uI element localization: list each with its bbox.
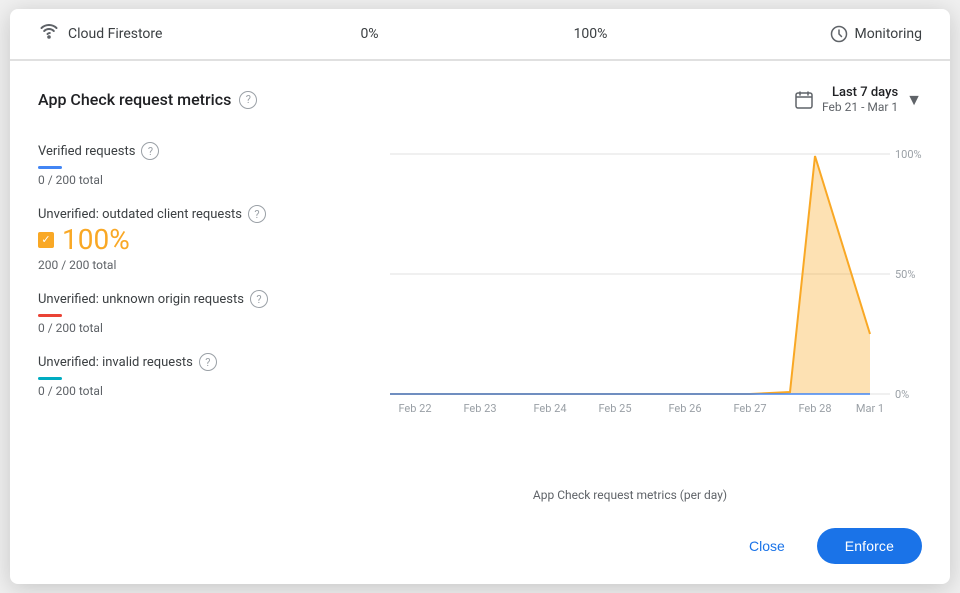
svg-text:Feb 25: Feb 25 bbox=[598, 402, 631, 414]
date-range-text: Last 7 days Feb 21 - Mar 1 bbox=[822, 85, 898, 114]
verified-label: Verified requests bbox=[38, 144, 135, 159]
invalid-line bbox=[38, 377, 62, 380]
outdated-total: 200 / 200 total bbox=[38, 258, 318, 272]
verified-help-icon[interactable]: ? bbox=[141, 142, 159, 160]
legend-item-verified: Verified requests ? 0 / 200 total bbox=[38, 134, 318, 197]
unknown-help-icon[interactable]: ? bbox=[250, 290, 268, 308]
outdated-help-icon[interactable]: ? bbox=[248, 205, 266, 223]
svg-text:Feb 22: Feb 22 bbox=[398, 402, 431, 414]
unknown-total: 0 / 200 total bbox=[38, 321, 318, 335]
chart-svg: 100% 50% 0% Feb 22 Feb 23 Feb 24 Feb 25 … bbox=[338, 134, 922, 414]
invalid-label: Unverified: invalid requests bbox=[38, 355, 193, 370]
calendar-icon bbox=[794, 90, 814, 110]
monitoring-label: Monitoring bbox=[854, 26, 922, 42]
chevron-down-icon: ▼ bbox=[906, 90, 922, 110]
verified-total: 0 / 200 total bbox=[38, 173, 318, 187]
unknown-line bbox=[38, 314, 62, 317]
enforce-button[interactable]: Enforce bbox=[817, 528, 922, 564]
chart-container: 100% 50% 0% Feb 22 Feb 23 Feb 24 Feb 25 … bbox=[338, 134, 922, 510]
legend-item-invalid: Unverified: invalid requests ? 0 / 200 t… bbox=[38, 345, 318, 408]
chart-area: Verified requests ? 0 / 200 total Unveri… bbox=[38, 134, 922, 510]
svg-text:Feb 24: Feb 24 bbox=[533, 402, 566, 414]
firestore-icon bbox=[38, 23, 60, 45]
dialog: Cloud Firestore 0% 100% Monitoring App C… bbox=[10, 9, 950, 584]
outdated-checkbox[interactable]: ✓ bbox=[38, 232, 54, 248]
invalid-total: 0 / 200 total bbox=[38, 384, 318, 398]
percent-left: 0% bbox=[259, 26, 480, 42]
svg-text:Feb 27: Feb 27 bbox=[733, 402, 766, 414]
metrics-help-icon[interactable]: ? bbox=[239, 91, 257, 109]
svg-text:Feb 28: Feb 28 bbox=[798, 402, 831, 414]
percent-right: 100% bbox=[480, 26, 701, 42]
metrics-header: App Check request metrics ? Last 7 days … bbox=[38, 85, 922, 114]
outdated-value-row: ✓ 100% bbox=[38, 223, 318, 256]
svg-text:Feb 26: Feb 26 bbox=[668, 402, 701, 414]
footer: Close Enforce bbox=[10, 510, 950, 584]
service-name: Cloud Firestore bbox=[68, 26, 162, 42]
legend-item-unknown: Unverified: unknown origin requests ? 0 … bbox=[38, 282, 318, 345]
service-info: Cloud Firestore bbox=[38, 23, 259, 45]
outdated-label: Unverified: outdated client requests bbox=[38, 207, 242, 222]
main-content: App Check request metrics ? Last 7 days … bbox=[10, 61, 950, 510]
unknown-label: Unverified: unknown origin requests bbox=[38, 292, 244, 307]
svg-text:50%: 50% bbox=[895, 268, 915, 281]
outdated-percent: 100% bbox=[62, 223, 130, 256]
date-range-label: Last 7 days bbox=[822, 85, 898, 100]
legend: Verified requests ? 0 / 200 total Unveri… bbox=[38, 134, 338, 510]
chart-x-label: App Check request metrics (per day) bbox=[338, 488, 922, 510]
date-range-sub: Feb 21 - Mar 1 bbox=[822, 100, 898, 114]
svg-text:Mar 1: Mar 1 bbox=[856, 402, 884, 414]
metrics-title: App Check request metrics bbox=[38, 90, 231, 109]
metrics-title-row: App Check request metrics ? bbox=[38, 90, 257, 109]
verified-line bbox=[38, 166, 62, 169]
chart-svg-area: 100% 50% 0% Feb 22 Feb 23 Feb 24 Feb 25 … bbox=[338, 134, 922, 482]
close-button[interactable]: Close bbox=[729, 530, 805, 562]
chart-fill-area bbox=[390, 156, 870, 394]
svg-text:100%: 100% bbox=[895, 148, 922, 161]
date-range-selector[interactable]: Last 7 days Feb 21 - Mar 1 ▼ bbox=[794, 85, 922, 114]
monitoring-section[interactable]: Monitoring bbox=[701, 25, 922, 43]
svg-text:0%: 0% bbox=[895, 388, 909, 401]
top-bar: Cloud Firestore 0% 100% Monitoring bbox=[10, 9, 950, 60]
clock-icon bbox=[830, 25, 848, 43]
legend-item-outdated: Unverified: outdated client requests ? ✓… bbox=[38, 197, 318, 282]
svg-text:Feb 23: Feb 23 bbox=[463, 402, 496, 414]
invalid-help-icon[interactable]: ? bbox=[199, 353, 217, 371]
